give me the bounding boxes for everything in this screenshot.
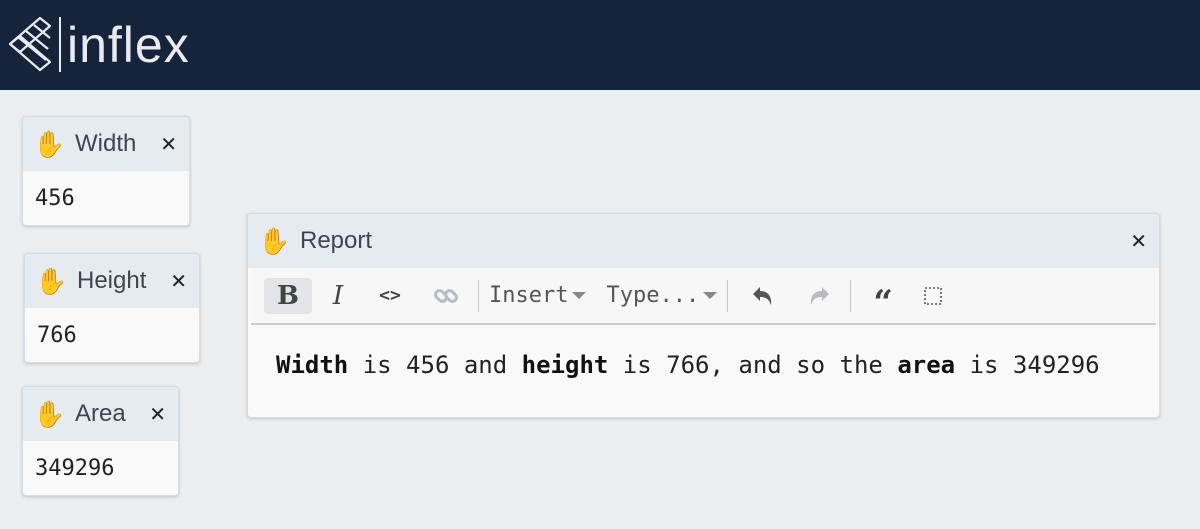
text-segment: is 766, and so the: [608, 351, 898, 379]
logo-divider: [59, 17, 61, 72]
code-button[interactable]: <>: [368, 278, 412, 314]
close-icon[interactable]: ✕: [1130, 229, 1147, 253]
toolbar-divider: [727, 279, 729, 312]
quote-icon: “: [873, 282, 893, 323]
italic-button[interactable]: I: [316, 278, 360, 314]
undo-icon: [753, 286, 772, 305]
raised-hand-icon[interactable]: ✋: [258, 228, 290, 254]
cell-value[interactable]: 766: [25, 308, 199, 362]
cell-area[interactable]: ✋ Area ✕ 349296: [22, 386, 179, 496]
raised-hand-icon[interactable]: ✋: [33, 401, 65, 427]
text-segment: is 349296: [955, 351, 1100, 379]
cell-header[interactable]: ✋ Width ✕: [23, 117, 189, 171]
italic-label: I: [332, 280, 344, 311]
close-icon[interactable]: ✕: [170, 269, 187, 293]
logo-text: inflex: [67, 17, 190, 73]
bold-text-width: Width: [276, 351, 349, 379]
close-icon[interactable]: ✕: [149, 402, 166, 426]
toolbar-divider: [478, 279, 479, 312]
cell-title[interactable]: Height: [77, 267, 146, 295]
raised-hand-icon[interactable]: ✋: [35, 268, 67, 294]
toolbar-divider: [850, 279, 852, 312]
caret-down-icon: [572, 292, 587, 299]
raised-hand-icon[interactable]: ✋: [33, 131, 65, 157]
cell-title[interactable]: Width: [75, 130, 136, 158]
cell-width[interactable]: ✋ Width ✕ 456: [22, 116, 190, 226]
insert-dropdown[interactable]: Insert: [485, 283, 590, 308]
editor-content[interactable]: Width is 456 and height is 766, and so t…: [276, 347, 1100, 383]
cell-height[interactable]: ✋ Height ✕ 766: [24, 253, 200, 363]
link-icon: [434, 288, 458, 303]
bold-button[interactable]: B: [264, 277, 312, 314]
close-icon[interactable]: ✕: [160, 132, 177, 156]
cell-title[interactable]: Area: [75, 400, 126, 428]
editor-toolbar: B I <> Insert Type... “: [251, 268, 1156, 325]
caret-down-icon: [703, 292, 718, 299]
bold-label: B: [277, 280, 299, 311]
text-segment: is 456 and: [348, 351, 522, 379]
cell-report[interactable]: ✋ Report ✕ B I <> Insert Type... “ Width…: [247, 213, 1160, 418]
undo-button[interactable]: [740, 278, 784, 314]
select-block-button[interactable]: [911, 278, 955, 314]
type-label: Type...: [606, 283, 700, 308]
type-dropdown[interactable]: Type...: [602, 283, 721, 308]
redo-button[interactable]: [798, 278, 842, 314]
insert-label: Insert: [489, 283, 569, 308]
logo-icon: [8, 16, 52, 72]
code-label: <>: [379, 285, 401, 306]
cell-value[interactable]: 349296: [23, 441, 178, 495]
select-block-icon: [924, 286, 943, 305]
cell-title[interactable]: Report: [300, 227, 372, 255]
cell-header[interactable]: ✋ Height ✕: [25, 254, 199, 308]
cell-value[interactable]: 456: [23, 171, 189, 225]
cell-header[interactable]: ✋ Area ✕: [23, 387, 178, 441]
redo-icon: [811, 286, 830, 305]
link-button[interactable]: [424, 278, 468, 314]
top-bar: inflex: [0, 0, 1200, 90]
blockquote-button[interactable]: “: [861, 278, 905, 320]
bold-text-height: height: [521, 351, 609, 379]
bold-text-area: area: [897, 351, 956, 379]
cell-header[interactable]: ✋ Report ✕: [248, 214, 1159, 268]
